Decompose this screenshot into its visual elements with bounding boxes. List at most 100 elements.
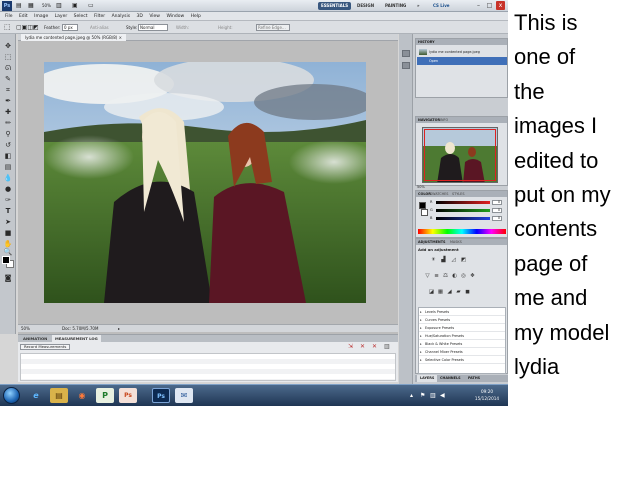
publisher-icon[interactable]: P (96, 388, 114, 403)
workspace-painting[interactable]: PAINTING (382, 2, 409, 10)
blue-value[interactable]: 0 (492, 216, 502, 221)
channel-mixer-icon[interactable]: ❖ (469, 273, 476, 279)
tray-date[interactable]: 15/12/2014 (470, 396, 504, 402)
menu-select[interactable]: Select (74, 12, 88, 21)
feather-input[interactable]: 0 px (62, 24, 78, 31)
status-menu-arrow-icon[interactable]: ▸ (118, 325, 120, 332)
quick-mask-icon[interactable]: ◙ (3, 274, 13, 282)
type-tool-icon[interactable]: T (3, 207, 13, 215)
eyedropper-tool-icon[interactable]: ✒ (3, 97, 13, 105)
blue-slider[interactable] (436, 217, 490, 220)
brush-tool-icon[interactable]: ✏ (3, 119, 13, 127)
history-title[interactable]: HISTORY (418, 39, 435, 45)
gradient-tool-icon[interactable]: ▤ (3, 163, 13, 171)
crop-tool-icon[interactable]: ⌗ (3, 86, 13, 94)
tab-navigator[interactable]: NAVIGATOR (418, 117, 440, 123)
panel-icon-actions[interactable] (402, 62, 410, 69)
curves-icon[interactable]: ◿ (450, 257, 457, 263)
color-panel-foreground[interactable] (419, 202, 426, 209)
healing-brush-tool-icon[interactable]: ✚ (3, 108, 13, 116)
record-measurements-button[interactable]: Record Measurements (20, 344, 71, 350)
blur-tool-icon[interactable]: 💧 (3, 174, 13, 182)
tab-measurement-log[interactable]: MEASUREMENT LOG (52, 335, 101, 342)
green-slider[interactable] (436, 209, 490, 212)
tab-color[interactable]: COLOR (418, 191, 431, 197)
minibridge-icon[interactable]: ▦ (28, 2, 34, 10)
menu-window[interactable]: Window (166, 12, 184, 21)
document-tab-close-icon[interactable]: × (119, 35, 122, 40)
invert-icon[interactable]: ◪ (428, 289, 435, 295)
navigator-preview[interactable] (422, 127, 498, 183)
minimize-button[interactable]: – (474, 1, 483, 10)
preset-curves[interactable]: Curves Presets (419, 316, 505, 324)
black-white-icon[interactable]: ◐ (451, 273, 458, 279)
tab-layers[interactable]: LAYERS (417, 375, 438, 382)
color-balance-icon[interactable]: ⚖ (442, 273, 449, 279)
history-brush-tool-icon[interactable]: ↺ (3, 141, 13, 149)
tab-animation[interactable]: ANIMATION (20, 335, 50, 342)
bridge-icon[interactable]: ▤ (16, 2, 22, 10)
clear-icon[interactable]: ✕ (360, 344, 365, 350)
tab-swatches[interactable]: SWATCHES (430, 191, 448, 197)
show-hidden-icons-icon[interactable]: ▴ (410, 392, 413, 399)
hand-tool-icon[interactable]: ✋ (3, 240, 13, 248)
workspace-design[interactable]: DESIGN (354, 2, 377, 10)
navigator-view-box[interactable] (424, 129, 496, 181)
clone-stamp-tool-icon[interactable]: ⚲ (3, 130, 13, 138)
workspace-essentials[interactable]: ESSENTIALS (318, 2, 352, 10)
navigator-zoom[interactable]: 50% (417, 185, 425, 189)
photo-filter-icon[interactable]: ◎ (460, 273, 467, 279)
selection-mode-icons[interactable]: ▢▣◫◩ (16, 24, 39, 31)
photoshop-task-icon[interactable]: Ps (152, 388, 170, 403)
zoom-tool-icon[interactable]: 🔍 (3, 248, 13, 256)
menu-analysis[interactable]: Analysis (112, 12, 131, 21)
red-slider[interactable] (436, 201, 490, 204)
dodge-tool-icon[interactable]: ● (3, 185, 13, 193)
media-player-icon[interactable]: ◉ (73, 388, 91, 403)
status-zoom[interactable]: 50% (21, 325, 30, 332)
history-snapshot[interactable]: lydia me contented page.jpeg (417, 48, 507, 56)
levels-icon[interactable]: ▟ (440, 257, 447, 263)
antialias-checkbox[interactable]: Anti-alias (90, 24, 109, 31)
arrange-documents-icon[interactable]: ▣ (72, 2, 78, 10)
tab-channels[interactable]: CHANNELS (437, 375, 464, 382)
zoom-level[interactable]: 50% (42, 2, 51, 10)
panel-icon-history[interactable] (402, 50, 410, 57)
marquee-tool-icon[interactable]: ⬚ (3, 53, 13, 61)
close-button[interactable]: x (496, 1, 505, 10)
tab-adjustments[interactable]: ADJUSTMENTS (418, 239, 446, 245)
tab-masks[interactable]: MASKS (450, 239, 462, 245)
menu-help[interactable]: Help (191, 12, 201, 21)
tab-info[interactable]: INFO (440, 117, 448, 123)
tray-time[interactable]: 09:20 (470, 389, 504, 395)
quick-select-tool-icon[interactable]: ✎ (3, 75, 13, 83)
green-value[interactable]: 0 (492, 208, 502, 213)
maximize-button[interactable]: □ (485, 1, 494, 10)
menu-view[interactable]: View (149, 12, 160, 21)
mail-icon[interactable]: ✉ (175, 388, 193, 403)
menu-edit[interactable]: Edit (19, 12, 28, 21)
eraser-tool-icon[interactable]: ◧ (3, 152, 13, 160)
exposure-icon[interactable]: ◩ (460, 257, 467, 263)
action-center-flag-icon[interactable]: ⚑ (420, 392, 425, 399)
color-panel-background[interactable] (421, 209, 428, 216)
export-icon[interactable]: ⇲ (348, 344, 353, 350)
internet-explorer-icon[interactable]: e (27, 388, 45, 403)
red-value[interactable]: 0 (492, 200, 502, 205)
pen-tool-icon[interactable]: ✑ (3, 196, 13, 204)
selective-color-icon[interactable]: ◼ (464, 289, 471, 295)
view-extras-icon[interactable]: ▥ (56, 2, 62, 10)
foreground-color-swatch[interactable] (2, 256, 10, 264)
path-selection-tool-icon[interactable]: ➤ (3, 218, 13, 226)
document-canvas[interactable] (44, 62, 366, 303)
volume-icon[interactable]: ◀ (440, 392, 445, 399)
posterize-icon[interactable]: ▦ (437, 289, 444, 295)
more-workspaces[interactable]: » (414, 2, 423, 10)
preset-hue-saturation[interactable]: Hue/Saturation Presets (419, 332, 505, 340)
refine-edge-button[interactable]: Refine Edge... (256, 24, 290, 31)
delete-icon[interactable]: ✕ (372, 344, 377, 350)
shape-tool-icon[interactable]: ■ (3, 229, 13, 237)
tab-paths[interactable]: PATHS (465, 375, 483, 382)
brightness-contrast-icon[interactable]: ☀ (430, 257, 437, 263)
menu-image[interactable]: Image (34, 12, 48, 21)
